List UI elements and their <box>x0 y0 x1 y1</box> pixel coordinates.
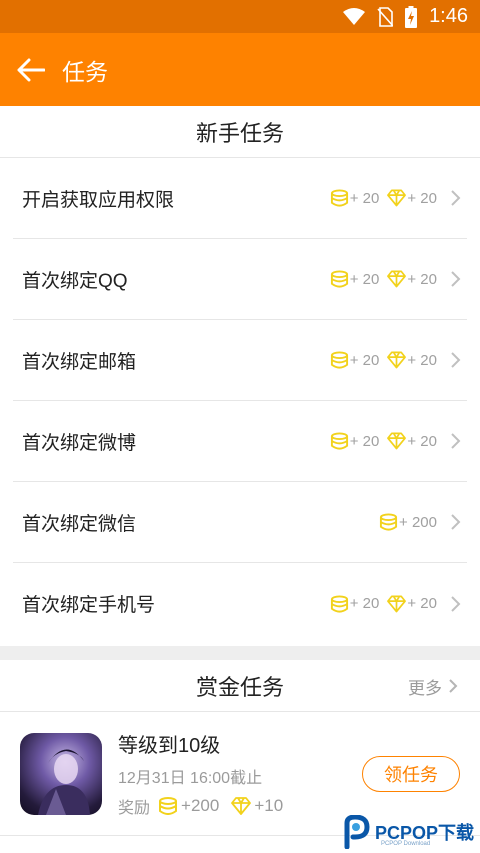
coin-amount: + 20 <box>349 432 380 450</box>
bounty-gem-amount: +10 <box>254 796 284 815</box>
newbie-tasks-card: 新手任务 开启获取应用权限 + 20 + 20 首次绑定QQ + 20 + 20 首次绑定邮… <box>0 106 480 646</box>
coin-icon <box>330 432 348 450</box>
task-row[interactable]: 首次绑定邮箱 + 20 + 20 <box>13 320 467 401</box>
task-name: 首次绑定微博 <box>22 432 137 454</box>
coin-amount: + 20 <box>349 270 380 288</box>
arrow-left-icon <box>17 58 45 81</box>
gem-amount: + 20 <box>407 270 437 288</box>
task-name: 首次绑定邮箱 <box>22 351 137 373</box>
bounty-rewards: 奖励 +200 +10 <box>118 794 362 818</box>
more-button[interactable]: 更多 <box>408 660 458 712</box>
app-bar: 任务 <box>0 33 480 106</box>
bounty-coin-amount: +200 <box>181 796 220 815</box>
game-avatar <box>20 732 102 815</box>
diamond-icon <box>387 595 407 612</box>
diamond-icon <box>387 270 407 288</box>
chevron-right-icon <box>451 271 461 287</box>
task-name: 首次绑定微信 <box>22 513 137 535</box>
watermark: PCPOP下载 PCPOP Download <box>341 815 474 849</box>
coin-amount: + 20 <box>349 351 380 369</box>
bounty-tasks-header: 赏金任务 <box>195 674 284 700</box>
task-reward: + 20 + 20 <box>330 432 445 450</box>
task-reward: + 20 + 20 <box>330 594 445 613</box>
page-title: 任务 <box>62 58 108 85</box>
coin-icon <box>330 189 348 207</box>
coin-icon <box>379 513 398 531</box>
back-button[interactable] <box>14 53 48 87</box>
task-row[interactable]: 首次绑定微信 + 200 <box>13 482 467 563</box>
coin-amount: + 20 <box>349 189 380 207</box>
task-reward: + 20 + 20 <box>330 270 445 288</box>
task-row[interactable]: 首次绑定微博 + 20 + 20 <box>13 401 467 482</box>
task-reward: + 20 + 20 <box>330 189 445 207</box>
diamond-icon <box>387 432 407 450</box>
chevron-right-icon <box>449 679 458 693</box>
gem-amount: + 20 <box>407 351 437 369</box>
gem-amount: + 20 <box>407 432 437 450</box>
bounty-info: 等级到10级 12月31日 16:00截止 奖励 +200 +10 <box>118 729 362 818</box>
diamond-icon <box>387 189 407 207</box>
task-row[interactable]: 开启获取应用权限 + 20 + 20 <box>13 158 467 239</box>
diamond-icon <box>231 797 252 815</box>
bounty-title: 等级到10级 <box>118 735 221 757</box>
take-task-button[interactable]: 领任务 <box>362 755 460 792</box>
newbie-tasks-header: 新手任务 <box>0 106 480 158</box>
task-row[interactable]: 首次绑定手机号 + 20 + 20 <box>13 563 467 644</box>
coin-icon <box>330 351 348 369</box>
task-row[interactable]: 首次绑定QQ + 20 + 20 <box>13 239 467 320</box>
coin-icon <box>330 594 348 613</box>
coin-icon <box>159 797 178 815</box>
coin-amount: + 200 <box>399 513 437 531</box>
diamond-icon <box>387 351 407 369</box>
chevron-right-icon <box>451 595 461 612</box>
chevron-right-icon <box>451 514 461 530</box>
task-name: 首次绑定手机号 <box>22 595 156 616</box>
coin-amount: + 20 <box>349 595 380 612</box>
status-bar: 1:46 <box>0 0 480 33</box>
task-list: 开启获取应用权限 + 20 + 20 首次绑定QQ + 20 + 20 首次绑定邮箱 + 20… <box>0 158 480 644</box>
wifi-icon <box>343 7 366 26</box>
coin-icon <box>330 270 348 288</box>
no-sim-icon <box>377 6 394 27</box>
task-reward: + 20 + 20 <box>330 351 445 369</box>
task-reward: + 200 <box>379 513 445 531</box>
reward-label: 奖励 <box>118 800 151 817</box>
watermark-subtext: PCPOP Download <box>380 841 431 847</box>
more-label: 更多 <box>408 678 442 698</box>
chevron-right-icon <box>451 190 461 206</box>
battery-charging-icon <box>405 5 418 28</box>
task-name: 开启获取应用权限 <box>22 189 175 211</box>
pcpop-logo-icon <box>344 815 370 849</box>
bounty-deadline: 12月31日 16:00截止 <box>118 770 263 787</box>
gem-amount: + 20 <box>407 595 437 612</box>
bounty-tasks-header-bar: 赏金任务 更多 <box>0 660 480 712</box>
task-name: 首次绑定QQ <box>22 270 128 292</box>
gem-amount: + 20 <box>407 189 437 207</box>
status-time: 1:46 <box>429 5 468 27</box>
chevron-right-icon <box>451 352 461 368</box>
chevron-right-icon <box>451 433 461 449</box>
